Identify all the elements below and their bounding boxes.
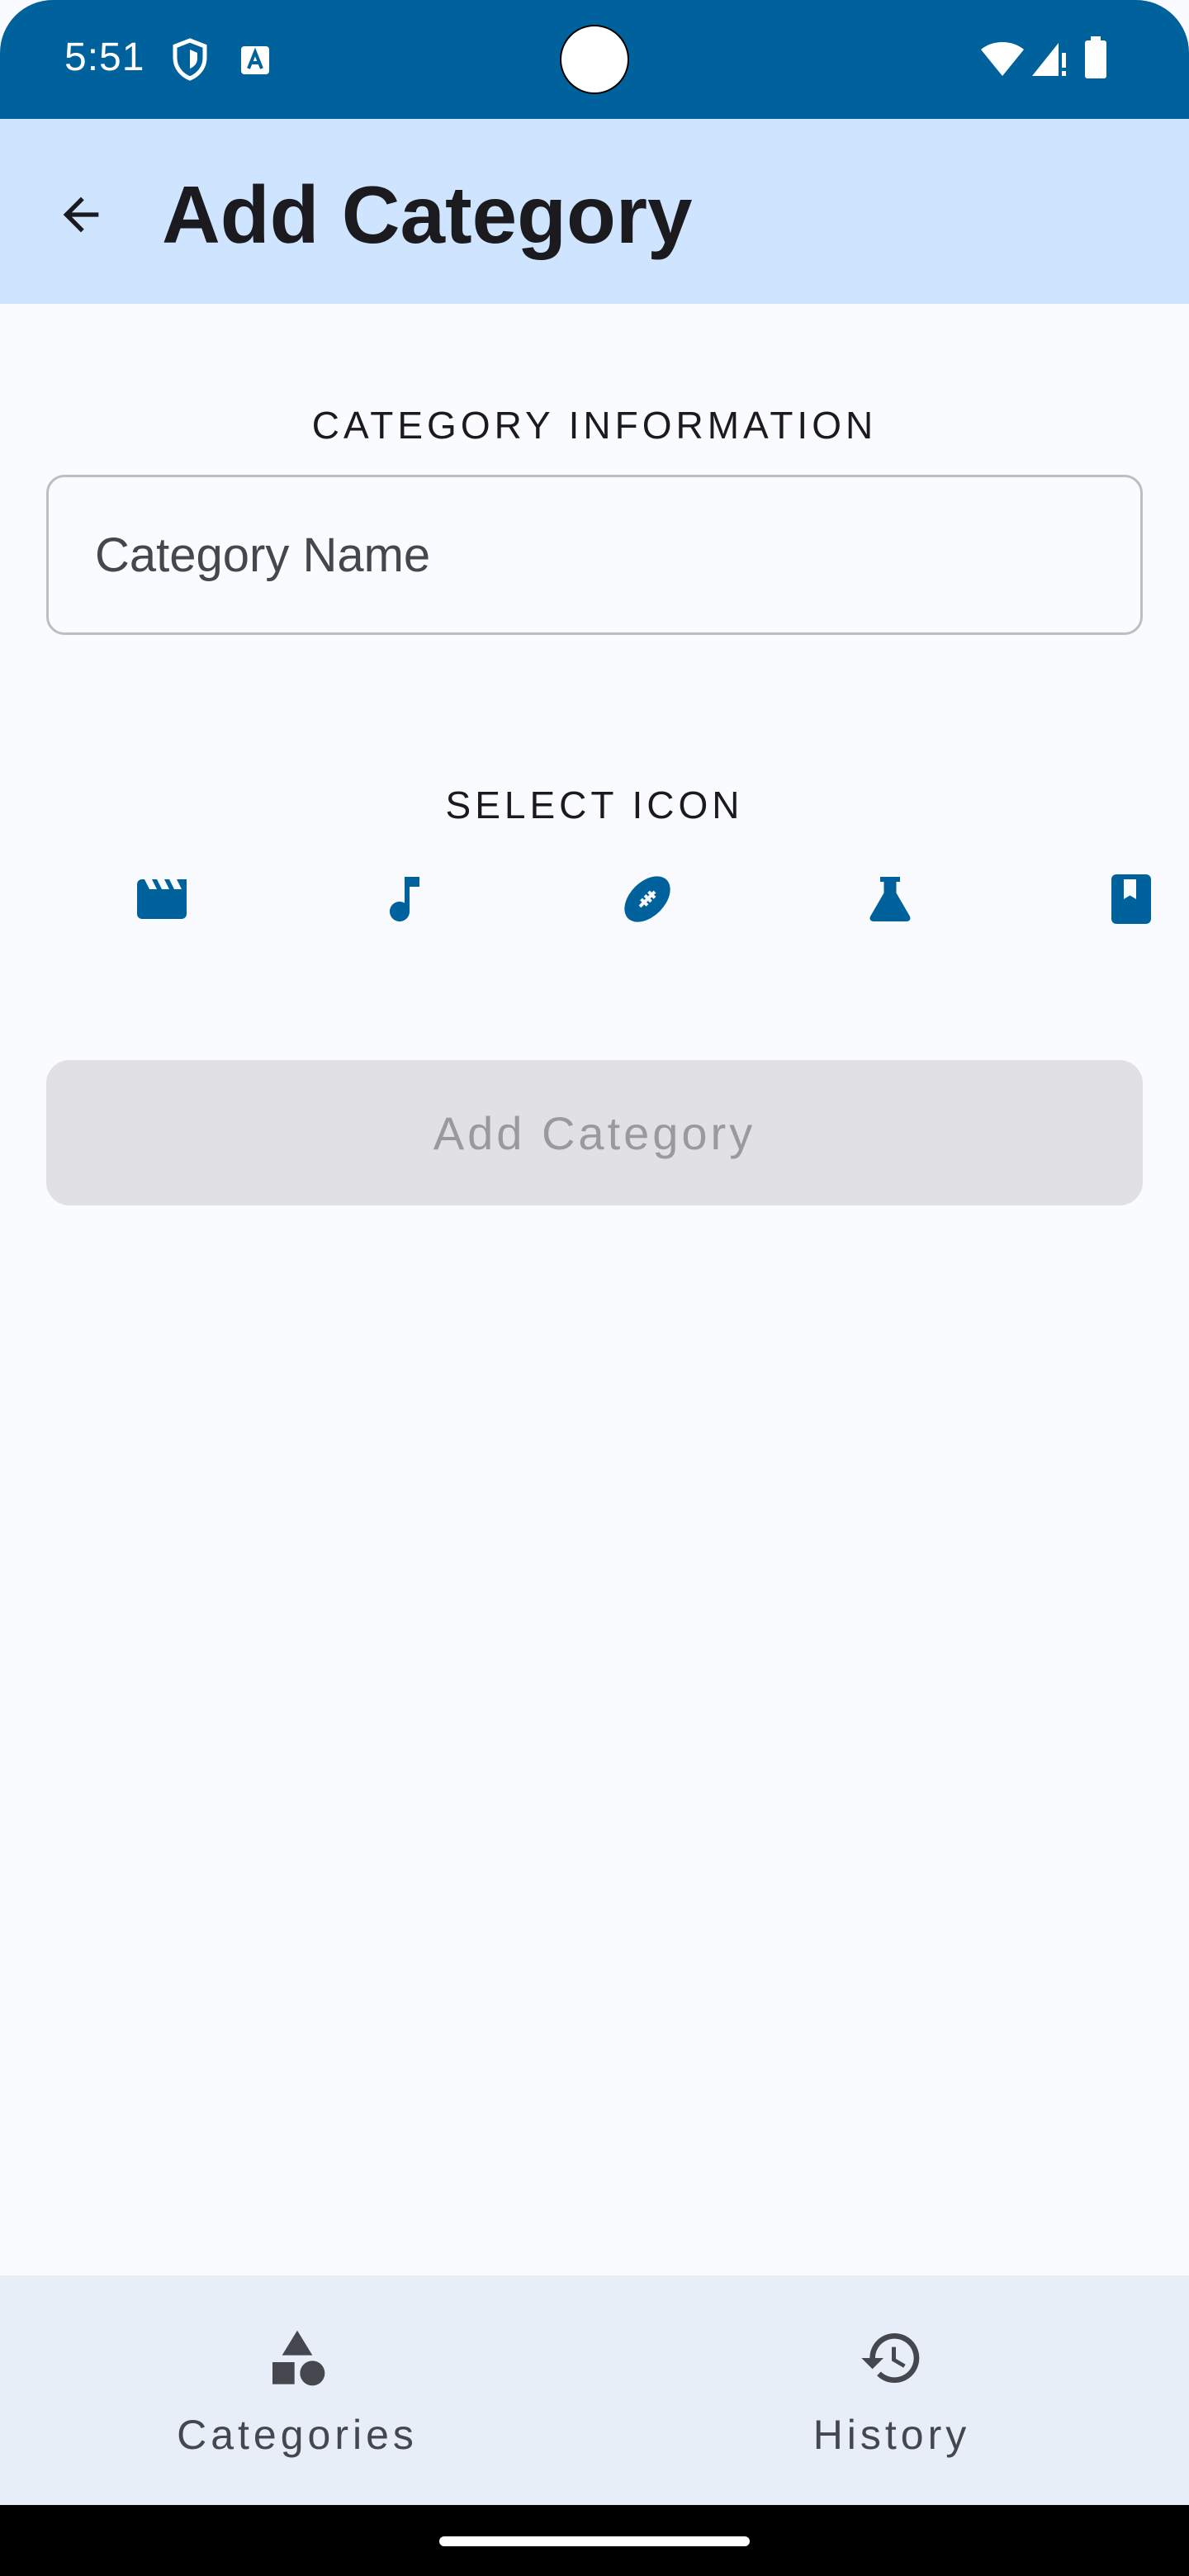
book-icon <box>1111 874 1151 924</box>
icon-option-music[interactable] <box>363 862 446 936</box>
category-name-field[interactable] <box>46 475 1143 635</box>
nav-item-history[interactable]: History <box>594 2275 1189 2505</box>
bottom-navigation: Categories History <box>0 2275 1189 2505</box>
status-time: 5:51 <box>64 36 145 79</box>
select-icon-label: SELECT ICON <box>445 784 744 826</box>
history-icon <box>859 2325 925 2395</box>
back-button[interactable] <box>48 182 114 248</box>
icon-option-movie[interactable] <box>121 862 203 936</box>
home-gesture-handle[interactable] <box>439 2536 750 2546</box>
icon-option-sports[interactable] <box>606 862 689 936</box>
movie-clapperboard-icon <box>137 879 187 919</box>
categories-shapes-icon <box>264 2325 330 2395</box>
nav-label-categories: Categories <box>177 2412 418 2458</box>
icon-option-book[interactable] <box>1090 862 1172 936</box>
nav-label-history: History <box>812 2412 971 2458</box>
category-information-label: CATEGORY INFORMATION <box>311 404 878 447</box>
icon-option-science[interactable] <box>849 862 931 936</box>
page-title: Add Category <box>162 169 693 260</box>
signal-icon <box>1030 40 1068 82</box>
arrow-back-icon <box>63 197 99 233</box>
wifi-icon <box>979 40 1026 82</box>
front-camera <box>560 25 629 94</box>
battery-icon <box>1083 36 1108 83</box>
system-gesture-bar <box>0 2505 1189 2576</box>
category-name-input[interactable] <box>95 477 1102 632</box>
nav-item-categories[interactable]: Categories <box>0 2275 594 2505</box>
music-note-icon <box>390 877 419 921</box>
status-bar: 5:51 <box>0 0 1189 119</box>
science-flask-icon <box>869 877 911 921</box>
add-category-button[interactable]: Add Category <box>46 1060 1143 1205</box>
shield-icon <box>172 38 208 85</box>
keyboard-a-icon <box>239 45 271 80</box>
football-icon <box>624 876 670 922</box>
